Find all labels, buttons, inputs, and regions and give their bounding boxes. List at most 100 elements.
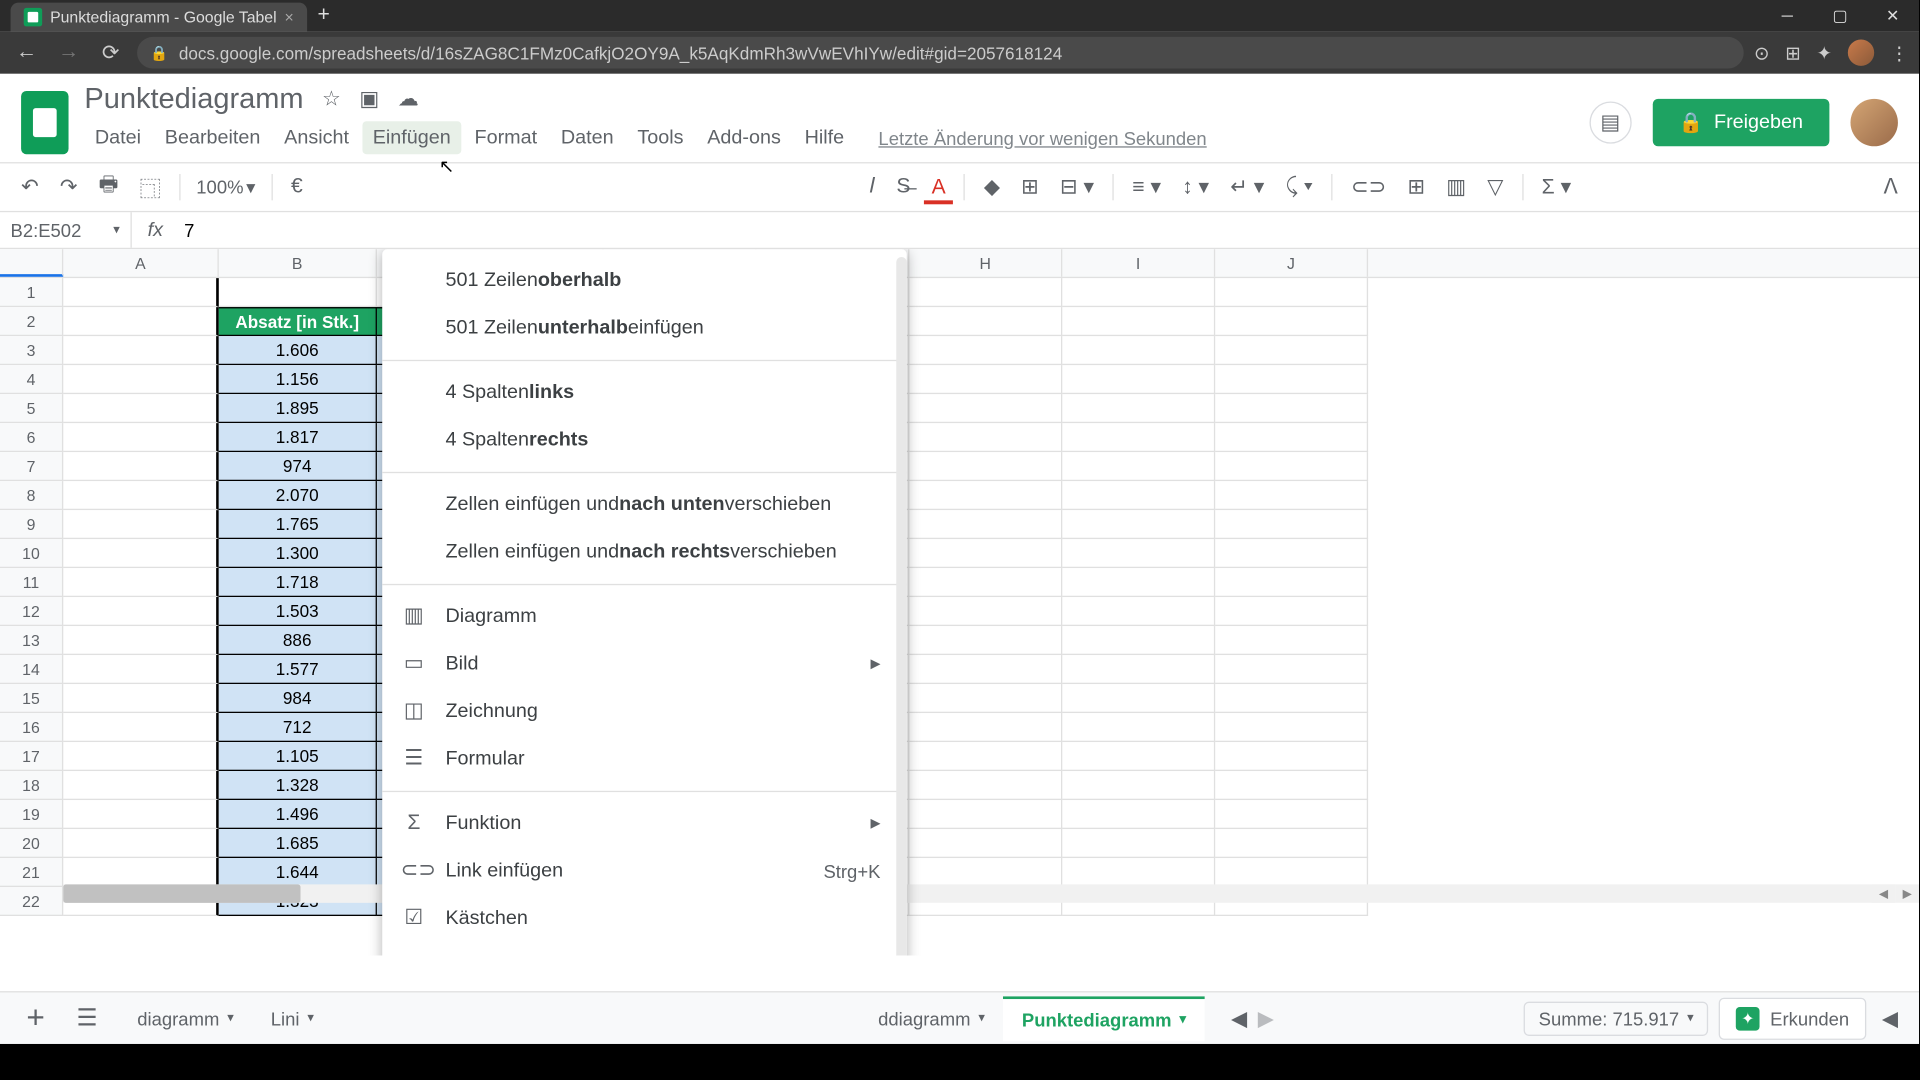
cell[interactable]: 1.817 — [219, 423, 377, 452]
cell[interactable] — [909, 278, 1062, 307]
cell[interactable]: 1.300 — [219, 539, 377, 568]
cell[interactable] — [909, 829, 1062, 858]
cell[interactable] — [1062, 510, 1215, 539]
sheet-next-icon[interactable]: ▶ — [1258, 1005, 1274, 1031]
formula-input[interactable]: 7 — [179, 219, 1919, 240]
cell[interactable]: 974 — [219, 452, 377, 481]
sheet-tab[interactable]: diagramm▾ — [119, 996, 252, 1041]
cell[interactable] — [909, 597, 1062, 626]
cell[interactable] — [909, 394, 1062, 423]
browser-tab[interactable]: Punktediagramm - Google Tabel × — [11, 3, 307, 32]
cell[interactable] — [63, 655, 219, 684]
cell[interactable] — [1215, 423, 1368, 452]
sheet-tab-menu-icon[interactable]: ▾ — [978, 1011, 985, 1025]
cell[interactable] — [63, 307, 219, 336]
last-edit-link[interactable]: Letzte Änderung vor wenigen Sekunden — [878, 127, 1206, 148]
cell[interactable]: 1.895 — [219, 394, 377, 423]
search-icon[interactable]: ⊙ — [1754, 42, 1769, 64]
maximize-icon[interactable]: ▢ — [1814, 0, 1867, 32]
redo-icon[interactable]: ↷ — [52, 169, 85, 206]
cell[interactable] — [63, 278, 219, 307]
row-header[interactable]: 7 — [0, 452, 63, 481]
italic-icon[interactable]: 𝐼 — [862, 170, 884, 204]
cell[interactable] — [1062, 423, 1215, 452]
menu-item[interactable]: Zellen einfügen und nach rechts verschie… — [382, 529, 907, 576]
row-header[interactable]: 21 — [0, 858, 63, 887]
zoom-icon[interactable]: ⊞ — [1785, 42, 1800, 64]
cell[interactable] — [909, 684, 1062, 713]
cell[interactable] — [909, 858, 1062, 887]
back-icon[interactable]: ← — [11, 41, 43, 65]
cell[interactable] — [1215, 597, 1368, 626]
link-icon[interactable]: ⊂⊃ — [1343, 169, 1394, 206]
cell[interactable] — [63, 568, 219, 597]
borders-icon[interactable]: ⊞ — [1013, 169, 1046, 206]
cell[interactable] — [63, 829, 219, 858]
cell[interactable] — [909, 655, 1062, 684]
cell[interactable] — [1215, 481, 1368, 510]
cell[interactable] — [909, 568, 1062, 597]
cell[interactable]: 2.070 — [219, 481, 377, 510]
menu-item[interactable]: 501 Zeilen unterhalb einfügen — [382, 304, 907, 351]
row-header[interactable]: 19 — [0, 800, 63, 829]
horizontal-scrollbar[interactable] — [63, 884, 1895, 902]
row-header[interactable]: 18 — [0, 771, 63, 800]
menu-item[interactable]: ΣFunktion▸ — [382, 800, 907, 847]
cell[interactable] — [1215, 510, 1368, 539]
comment-icon[interactable]: ⊞ — [1400, 169, 1433, 206]
row-header[interactable]: 17 — [0, 742, 63, 771]
menu-add-ons[interactable]: Add-ons — [697, 121, 792, 154]
sheet-prev-icon[interactable]: ◀ — [1231, 1005, 1247, 1031]
cell[interactable] — [1062, 278, 1215, 307]
cell[interactable] — [1215, 365, 1368, 394]
cell[interactable]: 886 — [219, 626, 377, 655]
sheets-logo-icon[interactable] — [21, 90, 68, 153]
sheet-tab[interactable]: Lini▾ — [252, 996, 332, 1041]
scroll-right-icon[interactable]: ▶ — [1895, 884, 1919, 902]
cell[interactable] — [1062, 684, 1215, 713]
cell[interactable]: 1.577 — [219, 655, 377, 684]
side-panel-toggle-icon[interactable]: ◀ — [1877, 1005, 1903, 1031]
row-header[interactable]: 9 — [0, 510, 63, 539]
sheet-tab-menu-icon[interactable]: ▾ — [227, 1011, 234, 1025]
cell[interactable] — [909, 510, 1062, 539]
cell[interactable] — [63, 684, 219, 713]
row-header[interactable]: 4 — [0, 365, 63, 394]
cell[interactable] — [909, 713, 1062, 742]
cell[interactable] — [1062, 771, 1215, 800]
cell[interactable]: 1.105 — [219, 742, 377, 771]
menu-einfügen[interactable]: Einfügen — [362, 121, 461, 154]
menu-item[interactable]: ▭Bild▸ — [382, 641, 907, 688]
cell[interactable] — [909, 365, 1062, 394]
select-all-corner[interactable] — [0, 249, 63, 277]
minimize-icon[interactable]: ─ — [1761, 0, 1814, 32]
extensions-icon[interactable]: ✦ — [1817, 42, 1832, 64]
cell[interactable] — [1062, 597, 1215, 626]
cell[interactable]: 1.503 — [219, 597, 377, 626]
cell[interactable] — [1215, 278, 1368, 307]
row-header[interactable]: 20 — [0, 829, 63, 858]
cell[interactable]: 1.496 — [219, 800, 377, 829]
name-box[interactable]: B2:E502▾ — [0, 212, 132, 248]
menu-bearbeiten[interactable]: Bearbeiten — [154, 121, 271, 154]
url-input[interactable]: 🔒 docs.google.com/spreadsheets/d/16sZAG8… — [137, 37, 1743, 69]
row-header[interactable]: 2 — [0, 307, 63, 336]
cell[interactable] — [1062, 626, 1215, 655]
col-header-B[interactable]: B — [219, 249, 377, 277]
cell[interactable] — [1062, 742, 1215, 771]
add-sheet-button[interactable]: + — [16, 1000, 56, 1037]
print-icon[interactable]: 🖶 — [91, 164, 127, 210]
cell[interactable] — [1062, 829, 1215, 858]
menu-icon[interactable]: ⋮ — [1890, 42, 1908, 64]
row-header[interactable]: 1 — [0, 278, 63, 307]
row-header[interactable]: 22 — [0, 887, 63, 916]
star-icon[interactable]: ☆ — [322, 86, 341, 112]
col-header-J[interactable]: J — [1215, 249, 1368, 277]
undo-icon[interactable]: ↶ — [13, 169, 46, 206]
menu-item[interactable]: ☰Formular — [382, 735, 907, 782]
cell[interactable] — [1215, 742, 1368, 771]
cell[interactable]: 1.685 — [219, 829, 377, 858]
cell[interactable] — [63, 800, 219, 829]
currency-button[interactable]: € — [283, 170, 311, 204]
cell[interactable] — [1215, 684, 1368, 713]
